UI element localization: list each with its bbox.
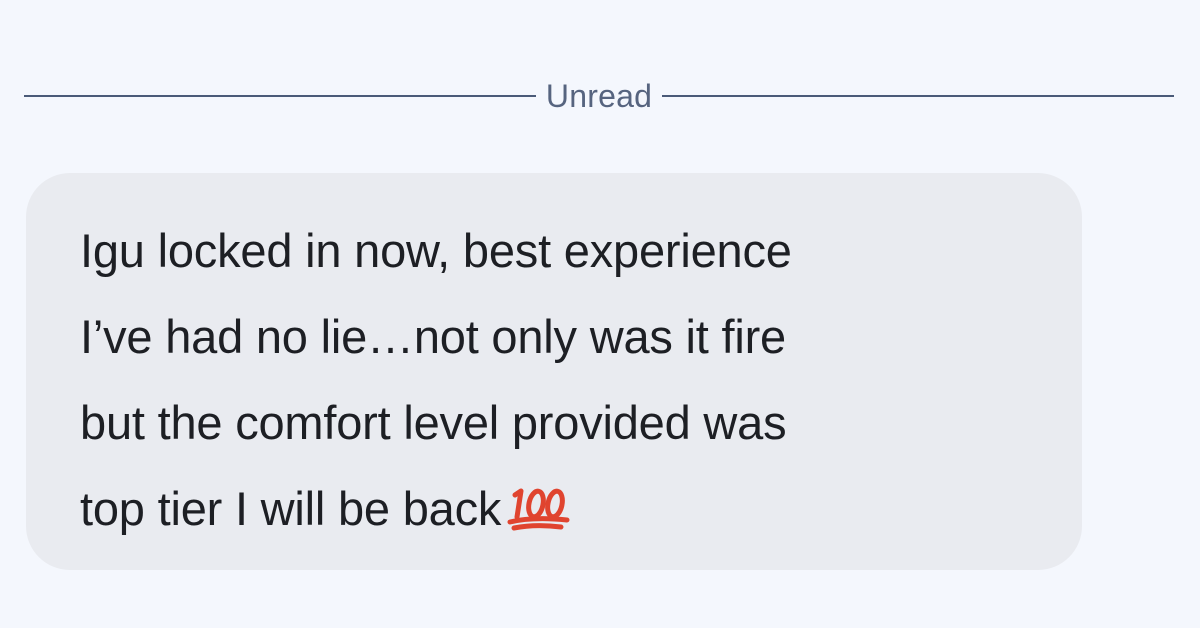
divider-line-right: [662, 95, 1174, 97]
message-text: Igu locked in now, best experience I’ve …: [80, 208, 1042, 558]
unread-label: Unread: [545, 78, 653, 114]
message-line-text: top tier I will be back: [80, 482, 502, 535]
message-line-last: top tier I will be back: [80, 466, 1042, 558]
divider-line-left: [24, 95, 536, 97]
unread-divider: Unread: [24, 76, 1174, 116]
hundred-points-icon: [507, 472, 573, 558]
message-line: I’ve had no lie…not only was it fire: [80, 310, 786, 363]
message-bubble[interactable]: Igu locked in now, best experience I’ve …: [26, 173, 1082, 570]
message-line: but the comfort level provided was: [80, 396, 787, 449]
message-line: Igu locked in now, best experience: [80, 224, 792, 277]
